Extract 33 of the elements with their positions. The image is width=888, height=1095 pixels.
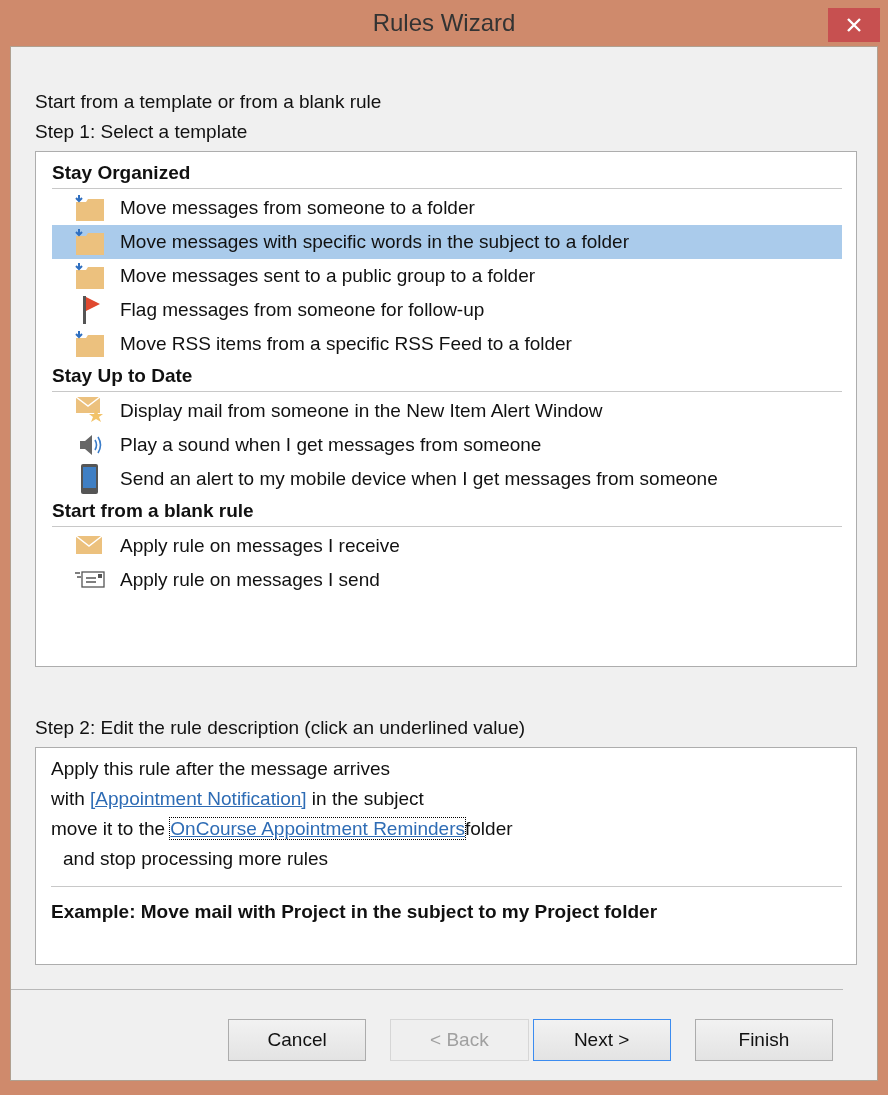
step-label: Step 2: Edit the rule description (click an underlined value) <box>35 716 527 740</box>
step-label: Step 1: Select a template <box>35 120 249 144</box>
rule-description-line: with [Appointment Notification] in the subject <box>51 787 425 811</box>
template-item[interactable]: Apply rule on messages I send <box>52 563 842 597</box>
template-item[interactable]: Move messages sent to a public group to a folder <box>52 259 842 293</box>
template-item[interactable]: Move messages with specific words in the subject to a folder <box>52 225 842 259</box>
template-item[interactable]: Display mail from someone in the New Item Alert Window <box>52 394 842 428</box>
template-item[interactable]: Play a sound when I get messages from someone <box>52 428 842 462</box>
close-button[interactable] <box>828 8 880 42</box>
wizard-button[interactable]: Next > <box>532 1019 671 1061</box>
rule-value-link[interactable]: [Appointment Notification] <box>90 788 307 809</box>
group-heading: Stay Up to Date <box>52 361 842 392</box>
wizard-button[interactable]: Finish <box>694 1019 833 1061</box>
folder-arrow-icon <box>74 330 106 358</box>
group-heading: Start from a blank rule <box>52 496 842 527</box>
template-item[interactable]: Apply rule on messages I receive <box>52 529 842 563</box>
folder-arrow-icon <box>74 228 106 256</box>
template-item[interactable]: Move RSS items from a specific RSS Feed to a folder <box>52 327 842 361</box>
template-item[interactable]: Flag messages from someone for follow-up <box>52 293 842 327</box>
folder-arrow-icon <box>74 194 106 222</box>
example-text: Example: Move mail with Project in the subject to my Project folder <box>51 901 659 923</box>
rule-value-link[interactable]: OnCourse Appointment Reminders <box>170 818 465 839</box>
window-title: Rules Wizard <box>372 9 516 37</box>
group-heading: Stay Organized <box>52 158 842 189</box>
rule-description-line: and stop processing more rules <box>62 847 330 871</box>
rule-description-line: Apply this rule after the message arrives <box>51 757 391 781</box>
folder-arrow-icon <box>74 262 106 290</box>
rule-description-line: move it to the OnCourse Appointment Remindersfolder <box>51 817 514 841</box>
close-icon <box>846 17 862 33</box>
template-item[interactable]: Send an alert to my mobile device when I get messages from someone <box>52 462 842 496</box>
wizard-button[interactable]: Cancel <box>228 1019 367 1061</box>
intro-text: Start from a template or from a blank rule <box>35 90 383 114</box>
template-item[interactable]: Move messages from someone to a folder <box>52 191 842 225</box>
